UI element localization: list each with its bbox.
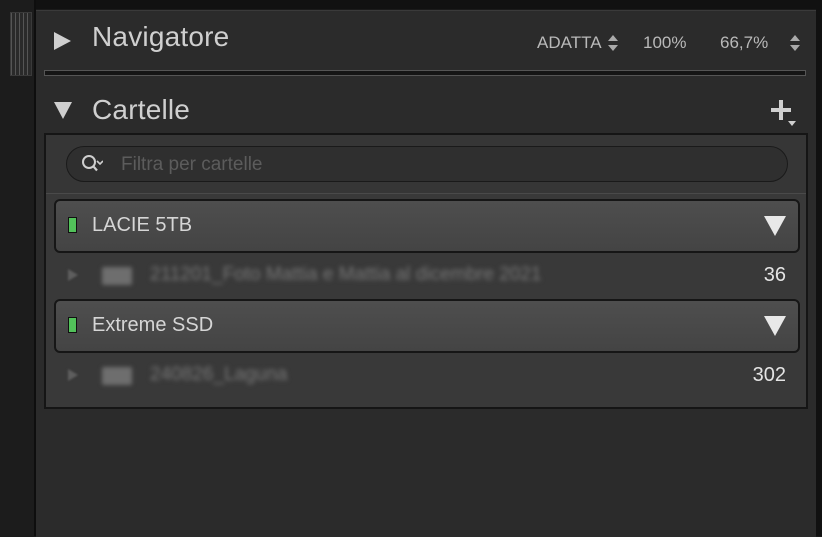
search-field[interactable] — [66, 146, 788, 183]
folders-list: LACIE 5TB 211201_Foto Mattia e Mattia al… — [44, 133, 808, 409]
disclosure-arrow-icon[interactable] — [68, 269, 78, 281]
navigator-title: Navigatore — [92, 21, 230, 52]
volume-name: Extreme SSD — [92, 314, 214, 336]
folders-header[interactable]: Cartelle — [36, 88, 816, 138]
volume-status-indicator — [68, 317, 77, 333]
volume-name: LACIE 5TB — [92, 214, 193, 236]
folder-name: 211201_Foto Mattia e Mattia al dicembre … — [150, 264, 542, 285]
zoom-100-option[interactable]: 100% — [643, 33, 686, 53]
chevron-down-icon — [788, 121, 796, 126]
folder-name: 240826_Laguna — [150, 364, 288, 385]
right-edge — [816, 0, 822, 536]
search-input[interactable] — [119, 147, 773, 183]
collapse-down-icon[interactable] — [54, 102, 72, 119]
top-border — [0, 0, 822, 9]
volume-header-lacie[interactable]: LACIE 5TB — [54, 199, 800, 253]
disclosure-arrow-icon[interactable] — [68, 369, 78, 381]
collapse-right-icon[interactable] — [54, 32, 71, 50]
zoom-custom-option[interactable]: 66,7% — [720, 33, 768, 53]
volume-status-indicator — [68, 217, 77, 233]
zoom-fit-stepper-icon[interactable] — [608, 34, 618, 52]
folders-title: Cartelle — [92, 94, 191, 125]
plus-icon-vertical — [779, 100, 783, 120]
folder-photo-count: 302 — [752, 364, 786, 386]
expand-toggle-icon[interactable] — [764, 216, 786, 236]
left-panel: Navigatore ADATTA 100% 66,7% Cartelle Fi… — [36, 10, 816, 537]
navigator-preview — [44, 70, 806, 76]
search-bar — [46, 135, 806, 194]
folder-icon — [102, 367, 132, 385]
folder-row[interactable]: 240826_Laguna 302 — [46, 353, 806, 397]
navigator-header[interactable]: Navigatore ADATTA 100% 66,7% — [36, 11, 816, 61]
zoom-fit-option[interactable]: ADATTA — [537, 33, 602, 53]
left-panel-edge — [0, 0, 36, 536]
zoom-custom-stepper-icon[interactable] — [790, 34, 800, 52]
panel-resize-handle[interactable] — [10, 12, 32, 76]
search-icon[interactable] — [81, 154, 103, 174]
volume-header-extreme-ssd[interactable]: Extreme SSD — [54, 299, 800, 353]
expand-toggle-icon[interactable] — [764, 316, 786, 336]
add-folder-button[interactable] — [769, 99, 797, 129]
folder-photo-count: 36 — [763, 264, 786, 286]
folder-row[interactable]: 211201_Foto Mattia e Mattia al dicembre … — [46, 253, 806, 297]
folder-icon — [102, 267, 132, 285]
